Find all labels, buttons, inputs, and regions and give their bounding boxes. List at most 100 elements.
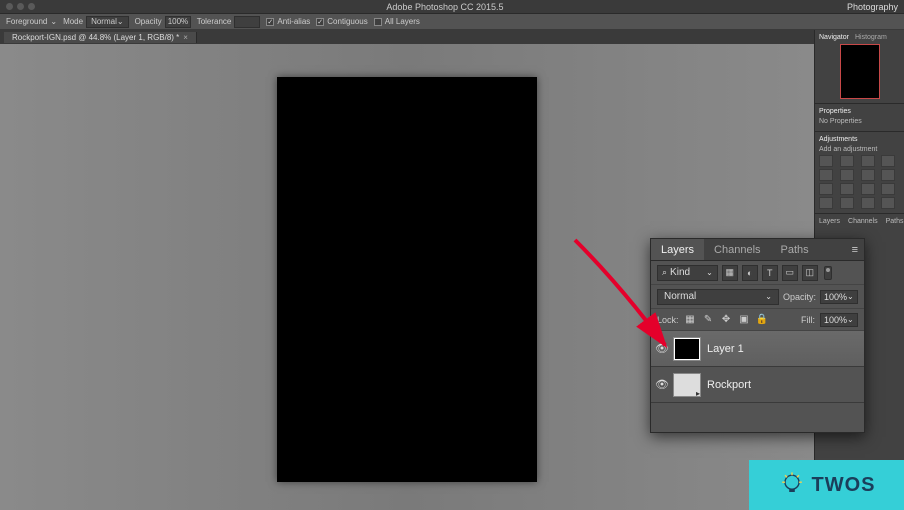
navigator-panel: Navigator Histogram [815, 30, 904, 104]
layers-dock-tab[interactable]: Layers [819, 218, 840, 225]
tab-layers[interactable]: Layers [651, 239, 704, 260]
adjustments-tab[interactable]: Adjustments [819, 136, 858, 143]
lock-all-icon[interactable]: 🔒 [756, 313, 769, 326]
minimize-window-icon[interactable] [17, 3, 24, 10]
filter-adjustment-icon[interactable]: ◐ [742, 265, 758, 281]
all-layers-checkbox[interactable] [374, 18, 382, 26]
tolerance-label: Tolerance [197, 17, 232, 26]
blend-mode-select[interactable]: Normal ⌄ [86, 16, 128, 28]
blend-mode-field: Mode Normal ⌄ [63, 16, 129, 28]
adj-channel-mixer-icon[interactable] [840, 183, 854, 195]
histogram-tab[interactable]: Histogram [855, 34, 887, 41]
adj-photo-filter-icon[interactable] [819, 183, 833, 195]
lock-fill-row: Lock: ▦ ✎ ✥ ▣ 🔒 Fill: 100% ⌄ [651, 309, 864, 331]
panel-menu-icon[interactable]: ≡ [846, 244, 864, 256]
tab-channels[interactable]: Channels [704, 239, 770, 260]
watermark-text: TWOS [812, 474, 876, 497]
tolerance-input[interactable] [234, 16, 260, 28]
adj-gradient-map-icon[interactable] [861, 197, 875, 209]
channels-dock-tab[interactable]: Channels [848, 218, 878, 225]
adj-brightness-icon[interactable] [819, 155, 833, 167]
layer-list: 👁 Layer 1 👁 Rockport [651, 331, 864, 432]
navigator-thumbnail[interactable] [840, 44, 880, 99]
adj-curves-icon[interactable] [861, 155, 875, 167]
adj-bw-icon[interactable] [881, 169, 895, 181]
search-icon: ⌕ [662, 267, 667, 278]
blend-mode-value: Normal [664, 291, 696, 302]
filter-kind-select[interactable]: ⌕ Kind ⌄ [657, 265, 718, 281]
opacity-value: 100% [168, 17, 188, 26]
workspace-switcher[interactable]: Photography [847, 2, 898, 12]
adj-color-balance-icon[interactable] [861, 169, 875, 181]
adj-lookup-icon[interactable] [861, 183, 875, 195]
blend-mode-select[interactable]: Normal ⌄ [657, 289, 779, 305]
visibility-toggle-icon[interactable]: 👁 [651, 342, 673, 355]
visibility-toggle-icon[interactable]: 👁 [651, 378, 673, 391]
document-canvas[interactable] [277, 77, 537, 482]
opacity-value: 100% [824, 292, 847, 302]
title-bar: Adobe Photoshop CC 2015.5 Photography [0, 0, 904, 14]
document-tab[interactable]: Rockport-IGN.psd @ 44.8% (Layer 1, RGB/8… [4, 32, 197, 43]
options-bar: Foreground ⌄ Mode Normal ⌄ Opacity 100% … [0, 14, 904, 30]
window-controls[interactable] [6, 3, 35, 10]
document-tab-bar: Rockport-IGN.psd @ 44.8% (Layer 1, RGB/8… [0, 30, 904, 44]
adj-levels-icon[interactable] [840, 155, 854, 167]
adj-invert-icon[interactable] [881, 183, 895, 195]
close-tab-icon[interactable]: × [183, 33, 188, 42]
chevron-down-icon: ⌄ [765, 292, 772, 301]
filter-type-icon[interactable]: T [762, 265, 778, 281]
adj-threshold-icon[interactable] [840, 197, 854, 209]
filter-pixel-icon[interactable]: ▦ [722, 265, 738, 281]
layer-thumbnail[interactable] [673, 373, 701, 397]
watermark: TWOS [749, 460, 904, 510]
fill-value: 100% [824, 315, 847, 325]
opacity-label: Opacity: [783, 292, 816, 302]
document-tab-title: Rockport-IGN.psd @ 44.8% (Layer 1, RGB/8… [12, 33, 179, 42]
opacity-input[interactable]: 100% ⌄ [820, 290, 858, 304]
layer-thumbnail[interactable] [673, 337, 701, 361]
opacity-label: Opacity [135, 17, 162, 26]
antialias-checkbox[interactable] [266, 18, 274, 26]
filter-kind-label: Kind [670, 267, 690, 278]
opacity-input[interactable]: 100% [165, 16, 191, 28]
paths-dock-tab[interactable]: Paths [886, 218, 904, 225]
filter-shape-icon[interactable]: ▭ [782, 265, 798, 281]
filter-toggle[interactable] [824, 266, 832, 280]
lock-label: Lock: [657, 315, 679, 325]
blend-opacity-row: Normal ⌄ Opacity: 100% ⌄ [651, 285, 864, 309]
layer-name[interactable]: Rockport [707, 379, 751, 391]
layer-name[interactable]: Layer 1 [707, 343, 744, 355]
contiguous-checkbox[interactable] [316, 18, 324, 26]
adjustments-panel: Adjustments Add an adjustment [815, 132, 904, 214]
contiguous-label: Contiguous [327, 17, 367, 26]
chevron-down-icon: ⌄ [847, 315, 854, 324]
all-layers-field[interactable]: All Layers [374, 17, 420, 26]
layers-panel[interactable]: Layers Channels Paths ≡ ⌕ Kind ⌄ ▦ ◐ T ▭… [650, 238, 865, 433]
fill-source[interactable]: Foreground ⌄ [6, 17, 57, 26]
tab-paths[interactable]: Paths [771, 239, 819, 260]
contiguous-field[interactable]: Contiguous [316, 17, 367, 26]
zoom-window-icon[interactable] [28, 3, 35, 10]
properties-tab[interactable]: Properties [819, 108, 851, 115]
adj-exposure-icon[interactable] [881, 155, 895, 167]
lock-transparency-icon[interactable]: ▦ [684, 313, 697, 326]
lock-position-icon[interactable]: ✥ [720, 313, 733, 326]
adjustments-hint: Add an adjustment [819, 146, 900, 153]
antialias-field[interactable]: Anti-alias [266, 17, 310, 26]
blend-mode-value: Normal [91, 17, 117, 26]
tolerance-field: Tolerance [197, 16, 261, 28]
adj-vibrance-icon[interactable] [819, 169, 833, 181]
chevron-down-icon: ⌄ [117, 17, 124, 26]
adj-selective-icon[interactable] [881, 197, 895, 209]
app-title: Adobe Photoshop CC 2015.5 [43, 2, 847, 12]
fill-input[interactable]: 100% ⌄ [820, 313, 858, 327]
adj-hue-icon[interactable] [840, 169, 854, 181]
layer-row[interactable]: 👁 Rockport [651, 367, 864, 403]
close-window-icon[interactable] [6, 3, 13, 10]
navigator-tab[interactable]: Navigator [819, 34, 849, 41]
adj-posterize-icon[interactable] [819, 197, 833, 209]
layer-row[interactable]: 👁 Layer 1 [651, 331, 864, 367]
filter-smart-icon[interactable]: ◫ [802, 265, 818, 281]
lock-pixels-icon[interactable]: ✎ [702, 313, 715, 326]
lock-artboard-icon[interactable]: ▣ [738, 313, 751, 326]
